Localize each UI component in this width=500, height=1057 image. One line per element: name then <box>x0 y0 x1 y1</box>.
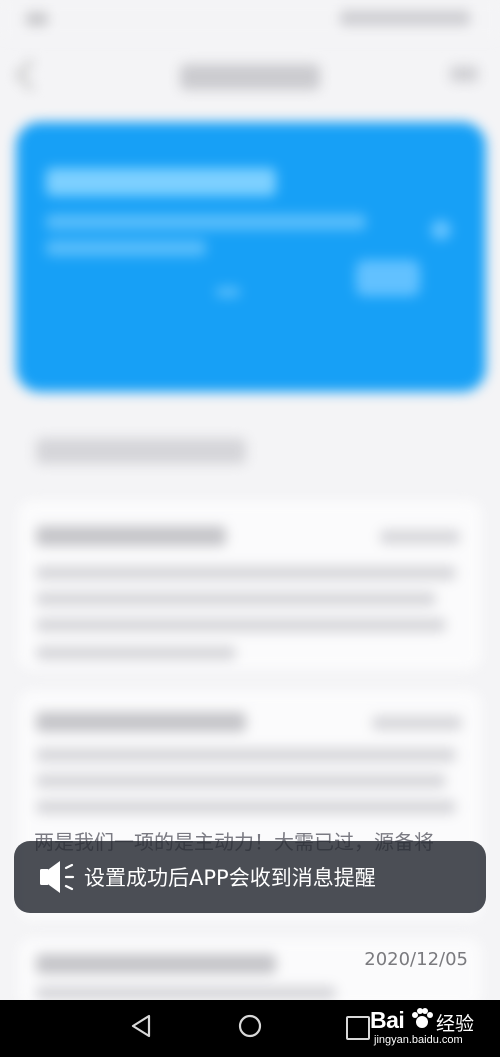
square-recent-icon[interactable] <box>346 1016 370 1040</box>
list-item-text <box>36 566 456 580</box>
hero-dot-icon <box>431 220 451 240</box>
paw-icon <box>412 1008 433 1028</box>
hero-button[interactable] <box>356 260 420 296</box>
list-item-title <box>36 954 276 974</box>
watermark-brand-suffix: 经验 <box>436 1014 475 1035</box>
hero-subtitle <box>46 214 366 230</box>
speaker-icon <box>28 841 82 913</box>
list-item-date <box>380 530 460 544</box>
hero-indicator <box>216 287 240 297</box>
list-item-text <box>36 748 456 762</box>
list-item-title <box>36 526 226 546</box>
hero-card[interactable] <box>16 122 486 392</box>
list-item-text <box>36 646 236 660</box>
status-icons <box>340 10 470 26</box>
watermark-url: jingyan.baidu.com <box>374 1034 463 1046</box>
circle-home-icon[interactable] <box>238 1014 262 1038</box>
list-item-text <box>36 592 436 606</box>
back-arrow-icon[interactable] <box>15 59 47 91</box>
more-icon[interactable] <box>450 66 478 82</box>
baidu-jingyan-watermark: Bai 经验 jingyan.baidu.com <box>370 1004 490 1054</box>
page-title <box>180 64 320 90</box>
toast-message: 设置成功后APP会收到消息提醒 <box>84 866 376 890</box>
section-title <box>36 438 246 464</box>
list-item-text <box>36 618 446 632</box>
app-bar <box>0 50 500 104</box>
list-item-date: 2020/12/05 <box>364 949 468 970</box>
list-item-title <box>36 712 246 732</box>
toast-notification: 设置成功后APP会收到消息提醒 <box>14 841 486 913</box>
list-item[interactable] <box>18 500 482 670</box>
triangle-back-icon[interactable] <box>130 1014 152 1038</box>
watermark-brand: Bai <box>370 1007 405 1033</box>
hero-title <box>46 168 276 196</box>
list-item-text <box>36 800 456 814</box>
list-item-date <box>372 716 462 730</box>
hero-subtitle-2 <box>46 240 206 256</box>
status-bar <box>0 0 500 40</box>
list-item-text <box>36 986 336 1000</box>
list-item-text <box>36 774 446 788</box>
status-time <box>26 12 48 26</box>
